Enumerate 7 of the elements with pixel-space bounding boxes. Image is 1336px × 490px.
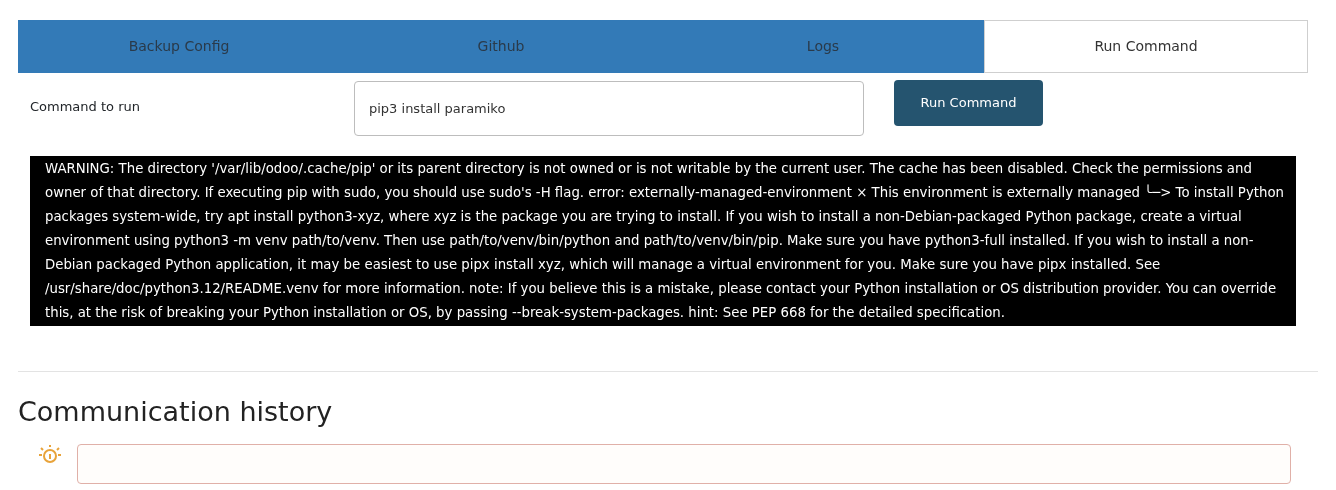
section-heading: Communication history (18, 395, 334, 429)
lightbulb-icon (37, 445, 63, 465)
field-label: Command to run (30, 98, 141, 116)
command-output: WARNING: The directory '/var/lib/odoo/.cache/pip' or its parent directory is not owned or is not writable by the current user. The cache has been disabled. Check the permissions and owner of that directory. If executing pip with sudo, you should use sudo's -H flag. error: externally-managed-environment × This environment is externally managed ╰─> To install Python packages system-wide, try apt install python3-xyz, where xyz is the package you are trying to install. If you wish to install a non-Debian-packaged Python package, create a virtual environment using python3 -m venv path/to/venv. Then use path/to/venv/bin/python and path/to/venv/bin/pip. Make sure you have python3-full installed. If you wish to install a non-Debian packaged Python application, it may be easiest to use pipx install xyz, which will manage a virtual environment for you. Make sure you have pipx installed. See /usr/share/doc/python3.12/README.venv for more information. note: If you believe this is a mistake, please contact your Python installation or OS distribution provider. You can override this, at the risk of breaking your Python installation or OS, by passing --break-system-packages. hint: See PEP 668 for the detailed specification. (30, 156, 1296, 326)
tab[interactable]: Run Command (984, 20, 1308, 73)
command-field[interactable]: pip3 install paramiko (354, 81, 864, 136)
run-command-button[interactable]: Run Command (894, 80, 1043, 126)
